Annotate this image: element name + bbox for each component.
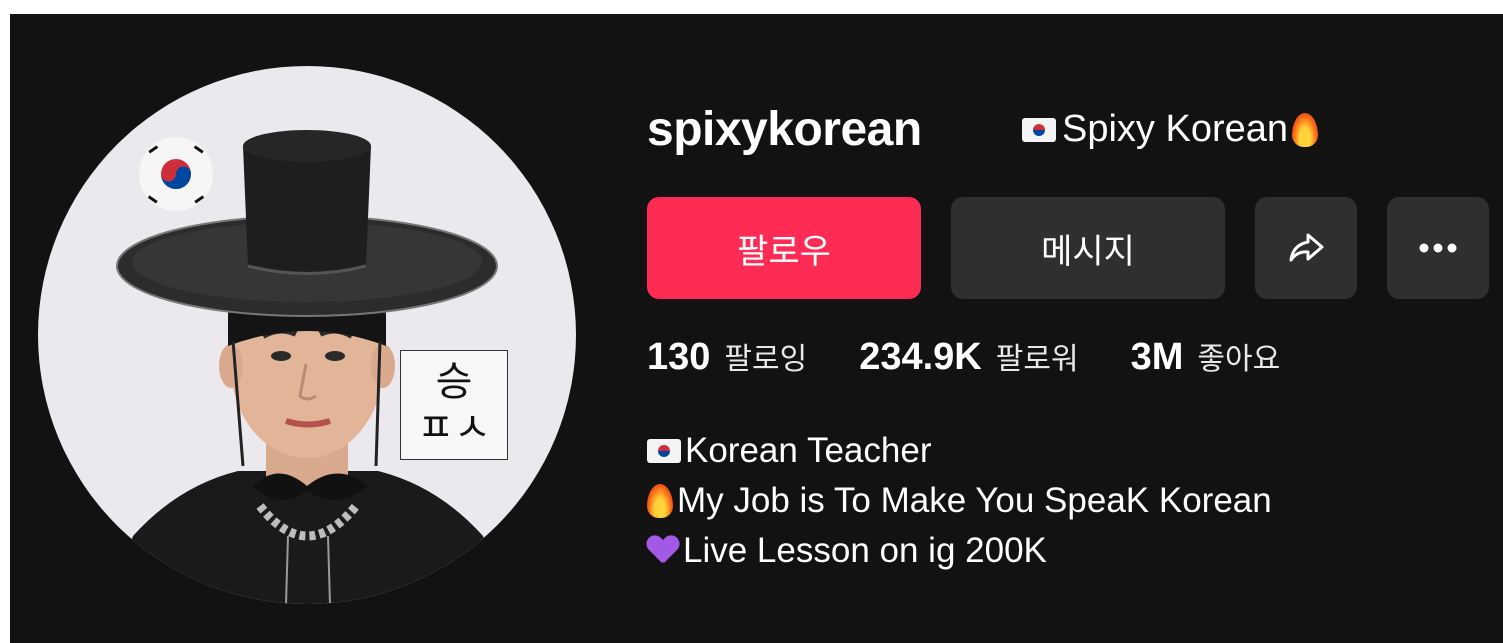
- message-button[interactable]: 메시지: [951, 197, 1225, 299]
- share-button[interactable]: [1255, 197, 1357, 299]
- likes-count: 3M: [1130, 336, 1184, 378]
- avatar-illustration: [108, 130, 508, 604]
- followers-label: 팔로워: [995, 342, 1079, 377]
- likes-label: 좋아요: [1197, 342, 1281, 377]
- avatar-logo-text: 승 ㅍㅅ: [400, 350, 508, 460]
- followers-stat[interactable]: 234.9K 팔로워: [859, 334, 1078, 379]
- profile-header: 승 ㅍㅅ spixykorean Spixy Korean 팔로우 메시지 13…: [10, 14, 1503, 643]
- avatar-logo-line-1: 승: [435, 359, 473, 405]
- following-count: 130: [647, 336, 711, 378]
- more-dots-icon: [1419, 243, 1457, 253]
- share-arrow-icon: [1289, 233, 1324, 262]
- nickname: Spixy Korean: [1022, 108, 1319, 151]
- following-label: 팔로잉: [724, 342, 808, 377]
- fire-icon: [647, 484, 673, 518]
- following-stat[interactable]: 130 팔로잉: [647, 334, 807, 379]
- profile-bio: Korean Teacher My Job is To Make You Spe…: [647, 426, 1272, 576]
- purple-heart-icon: [647, 536, 679, 566]
- korea-flag-icon: [1022, 117, 1056, 142]
- nickname-text: Spixy Korean: [1062, 108, 1289, 150]
- username: spixykorean: [647, 103, 922, 156]
- likes-stat: 3M 좋아요: [1131, 334, 1281, 379]
- bio-line: Korean Teacher: [647, 426, 1272, 476]
- profile-stats: 130 팔로잉 234.9K 팔로워 3M 좋아요: [647, 334, 1332, 379]
- bio-line-3: Live Lesson on ig 200K: [683, 531, 1047, 570]
- avatar[interactable]: 승 ㅍㅅ: [38, 66, 576, 604]
- follow-button[interactable]: 팔로우: [647, 197, 921, 299]
- followers-count: 234.9K: [859, 336, 982, 378]
- more-options-button[interactable]: [1387, 197, 1489, 299]
- bio-line: My Job is To Make You SpeaK Korean: [647, 476, 1272, 526]
- bio-line-2: My Job is To Make You SpeaK Korean: [677, 481, 1272, 520]
- bio-line: Live Lesson on ig 200K: [647, 526, 1272, 576]
- bio-line-1: Korean Teacher: [685, 431, 932, 470]
- fire-icon: [1292, 112, 1319, 147]
- korea-flag-icon: [647, 439, 681, 463]
- avatar-logo-line-2: ㅍㅅ: [417, 405, 491, 451]
